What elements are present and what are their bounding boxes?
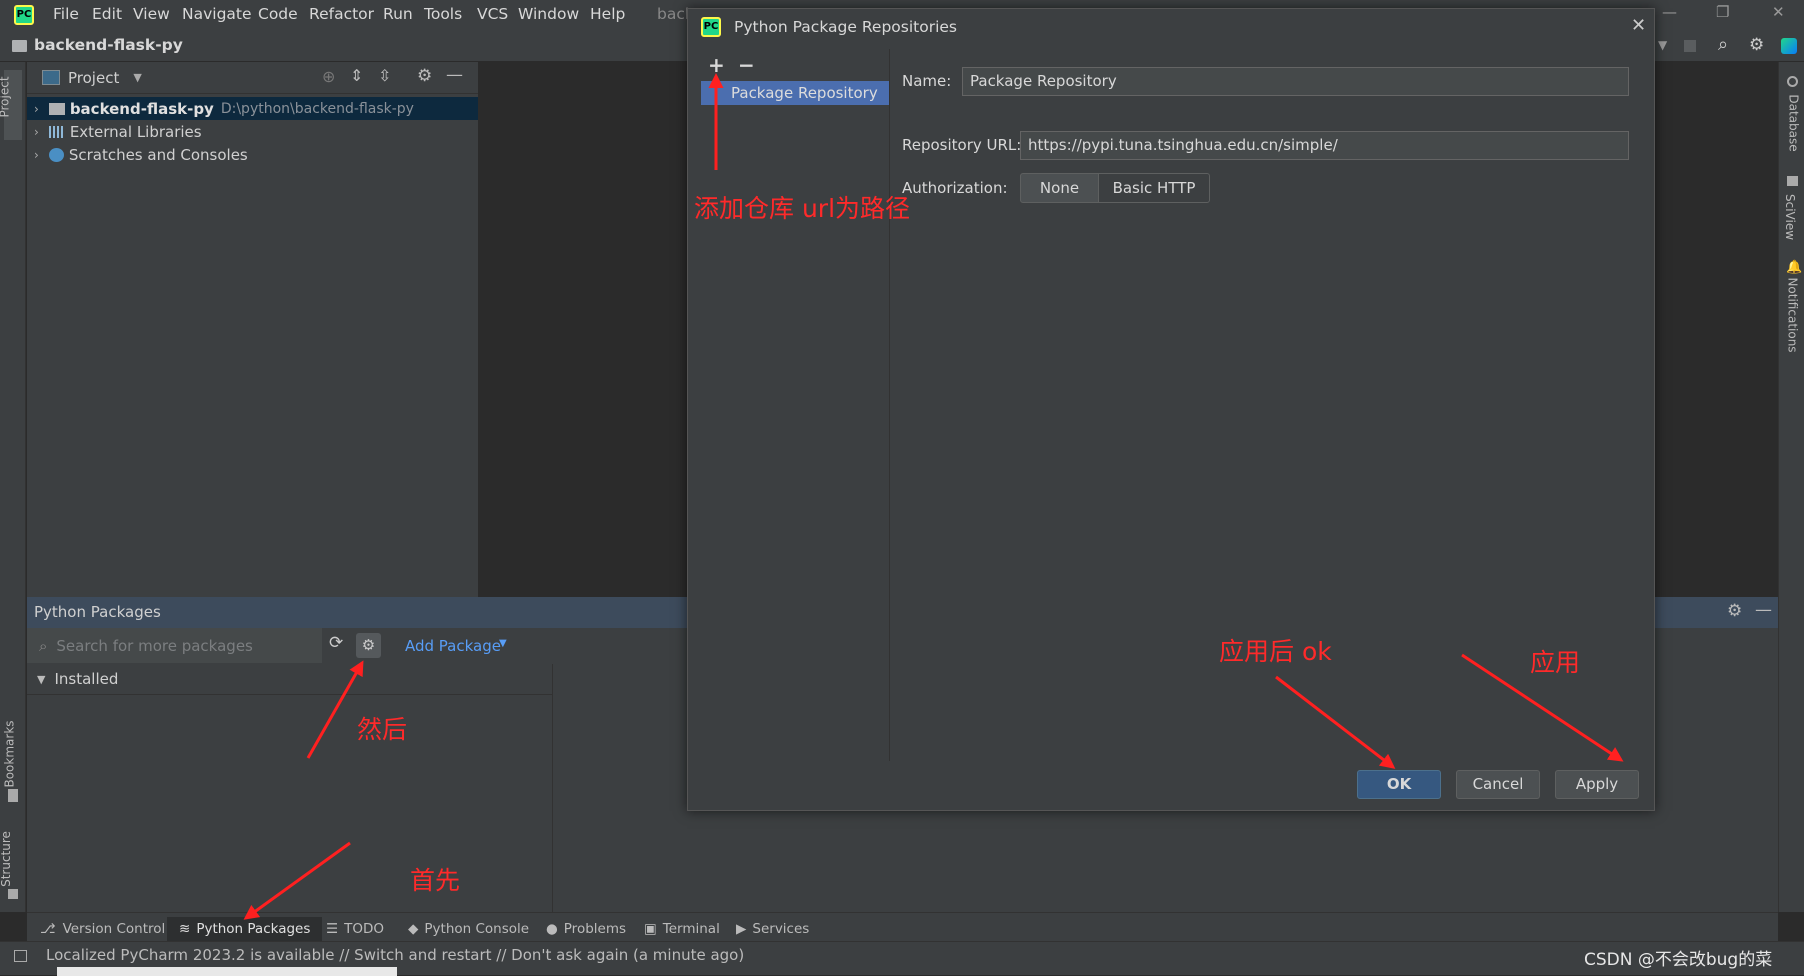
arrow-to-gear-button bbox=[306, 660, 364, 759]
arrow-to-python-packages-tab bbox=[243, 841, 351, 920]
arrow-to-apply-button bbox=[1461, 653, 1624, 762]
annotation-arrows bbox=[243, 73, 1624, 920]
arrow-to-ok-button bbox=[1275, 675, 1396, 769]
